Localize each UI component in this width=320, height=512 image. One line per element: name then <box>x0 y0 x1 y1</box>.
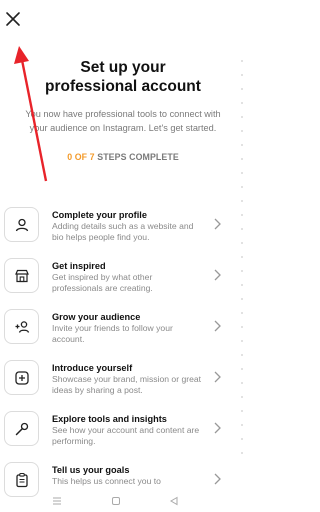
progress-count: 0 OF 7 <box>67 152 95 162</box>
home-nav-icon[interactable] <box>111 496 121 506</box>
step-description: Get inspired by what other professionals… <box>52 272 153 293</box>
back-nav-icon[interactable] <box>169 496 179 506</box>
chevron-right-icon <box>214 320 221 332</box>
step-description: See how your account and content are per… <box>52 425 200 446</box>
setup-header: Set up your professional account You now… <box>0 58 246 162</box>
close-icon <box>6 12 20 26</box>
progress-suffix: STEPS COMPLETE <box>94 152 179 162</box>
step-description: Adding details such as a website and bio… <box>52 221 194 242</box>
step-explore-tools[interactable]: Explore tools and insights See how your … <box>0 407 246 458</box>
step-description: Invite your friends to follow your accou… <box>52 323 173 344</box>
menu-nav-icon[interactable] <box>52 496 62 506</box>
chevron-right-icon <box>214 473 221 485</box>
add-post-icon <box>4 360 39 395</box>
step-grow-audience[interactable]: Grow your audience Invite your friends t… <box>0 305 246 356</box>
progress-text: 0 OF 7 STEPS COMPLETE <box>0 152 246 162</box>
person-icon <box>4 207 39 242</box>
close-button[interactable] <box>5 11 21 27</box>
tools-icon <box>4 411 39 446</box>
add-person-icon <box>4 309 39 344</box>
step-description: Showcase your brand, mission or great id… <box>52 374 202 395</box>
step-get-inspired[interactable]: Get inspired Get inspired by what other … <box>0 254 246 305</box>
step-introduce-yourself[interactable]: Introduce yourself Showcase your brand, … <box>0 356 246 407</box>
chevron-right-icon <box>214 218 221 230</box>
steps-list: Complete your profile Adding details suc… <box>0 203 246 509</box>
step-complete-profile[interactable]: Complete your profile Adding details suc… <box>0 203 246 254</box>
chevron-right-icon <box>214 422 221 434</box>
chevron-right-icon <box>214 269 221 281</box>
storefront-icon <box>4 258 39 293</box>
step-description: This helps us connect you to <box>52 476 161 486</box>
chevron-right-icon <box>214 371 221 383</box>
system-nav-bar <box>0 490 246 512</box>
page-title: Set up your professional account <box>45 59 201 95</box>
page-subtitle: You now have professional tools to conne… <box>25 109 221 133</box>
